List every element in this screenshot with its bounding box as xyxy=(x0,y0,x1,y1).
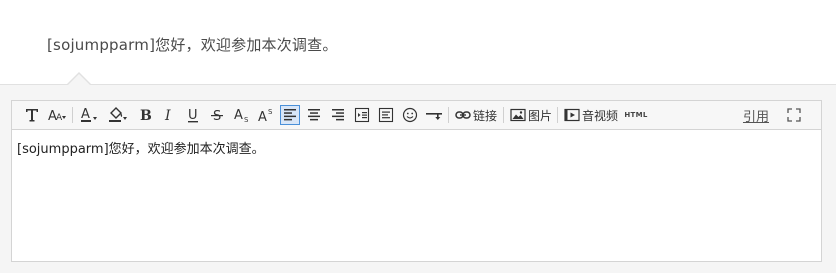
svg-text:A: A xyxy=(81,107,90,122)
font-color-icon: A xyxy=(81,107,97,122)
video-label: 音视频 xyxy=(581,108,618,123)
preview-area: [sojumpparm]您好，欢迎参加本次调查。 xyxy=(0,0,836,85)
align-left-button[interactable] xyxy=(280,105,300,125)
fullscreen-button[interactable] xyxy=(784,105,804,125)
pointer-caret-fill xyxy=(68,74,90,85)
quote-label: 引用 xyxy=(742,109,769,125)
svg-text:A: A xyxy=(234,108,243,123)
image-label: 图片 xyxy=(527,108,552,123)
html-label: HTML xyxy=(624,111,648,119)
insert-link-button[interactable]: 链接 xyxy=(454,105,498,125)
smiley-icon xyxy=(402,107,418,123)
insert-image-button[interactable]: 图片 xyxy=(509,105,553,125)
italic-icon: I xyxy=(164,108,171,123)
svg-text:U: U xyxy=(188,108,198,123)
svg-text:S: S xyxy=(244,116,249,123)
editor-content[interactable]: [sojumpparm]您好，欢迎参加本次调查。 xyxy=(17,138,265,157)
svg-text:I: I xyxy=(164,108,171,123)
font-family-button[interactable] xyxy=(22,105,42,125)
emoji-button[interactable] xyxy=(400,105,420,125)
bold-icon: B xyxy=(140,108,152,123)
font-size-icon: A A xyxy=(48,109,66,123)
insert-video-button[interactable]: 音视频 xyxy=(563,105,619,125)
toolbar-separator xyxy=(503,107,504,123)
paragraph-format-button[interactable] xyxy=(376,105,396,125)
align-right-button[interactable] xyxy=(328,105,348,125)
editor-toolbar: A A A B I U S A S A S 链接 图片 音视频 HTML 引用 xyxy=(12,101,821,130)
rich-text-editor: A A A B I U S A S A S 链接 图片 音视频 HTML 引用 … xyxy=(11,100,822,262)
font-color-button[interactable]: A xyxy=(78,105,100,125)
underline-icon: U xyxy=(188,108,198,123)
preview-text: [sojumpparm]您好，欢迎参加本次调查。 xyxy=(47,36,338,54)
html-source-button[interactable]: HTML xyxy=(624,105,648,125)
svg-text:S: S xyxy=(268,108,273,116)
subscript-button[interactable]: A S xyxy=(232,105,252,125)
toolbar-separator xyxy=(557,107,558,123)
link-label: 链接 xyxy=(472,108,497,123)
align-center-icon xyxy=(308,109,320,121)
superscript-icon: A S xyxy=(258,108,273,123)
background-color-button[interactable] xyxy=(106,105,130,125)
svg-text:A: A xyxy=(258,110,267,123)
svg-text:B: B xyxy=(140,108,152,123)
paint-bucket-icon xyxy=(109,107,127,122)
horizontal-line-icon xyxy=(426,113,442,120)
paragraph-icon xyxy=(378,107,394,123)
italic-button[interactable]: I xyxy=(160,105,178,125)
strikethrough-button[interactable]: S xyxy=(208,105,226,125)
expand-icon xyxy=(787,108,801,122)
strikethrough-icon: S xyxy=(211,109,223,123)
bold-button[interactable]: B xyxy=(136,105,154,125)
font-size-button[interactable]: A A xyxy=(46,105,68,125)
quote-button[interactable]: 引用 xyxy=(740,105,772,125)
underline-button[interactable]: U xyxy=(184,105,202,125)
subscript-icon: A S xyxy=(234,108,249,123)
align-left-icon xyxy=(284,109,296,121)
indent-button[interactable] xyxy=(352,105,372,125)
video-icon xyxy=(564,108,580,122)
superscript-button[interactable]: A S xyxy=(256,105,276,125)
toolbar-separator xyxy=(448,107,449,123)
insert-line-button[interactable] xyxy=(424,105,444,125)
align-center-button[interactable] xyxy=(304,105,324,125)
font-family-icon xyxy=(26,109,38,122)
link-icon xyxy=(455,111,471,119)
align-right-icon xyxy=(332,109,344,121)
toolbar-separator xyxy=(72,107,73,123)
svg-text:A: A xyxy=(56,113,63,123)
image-icon xyxy=(510,108,526,122)
indent-icon xyxy=(354,107,370,123)
